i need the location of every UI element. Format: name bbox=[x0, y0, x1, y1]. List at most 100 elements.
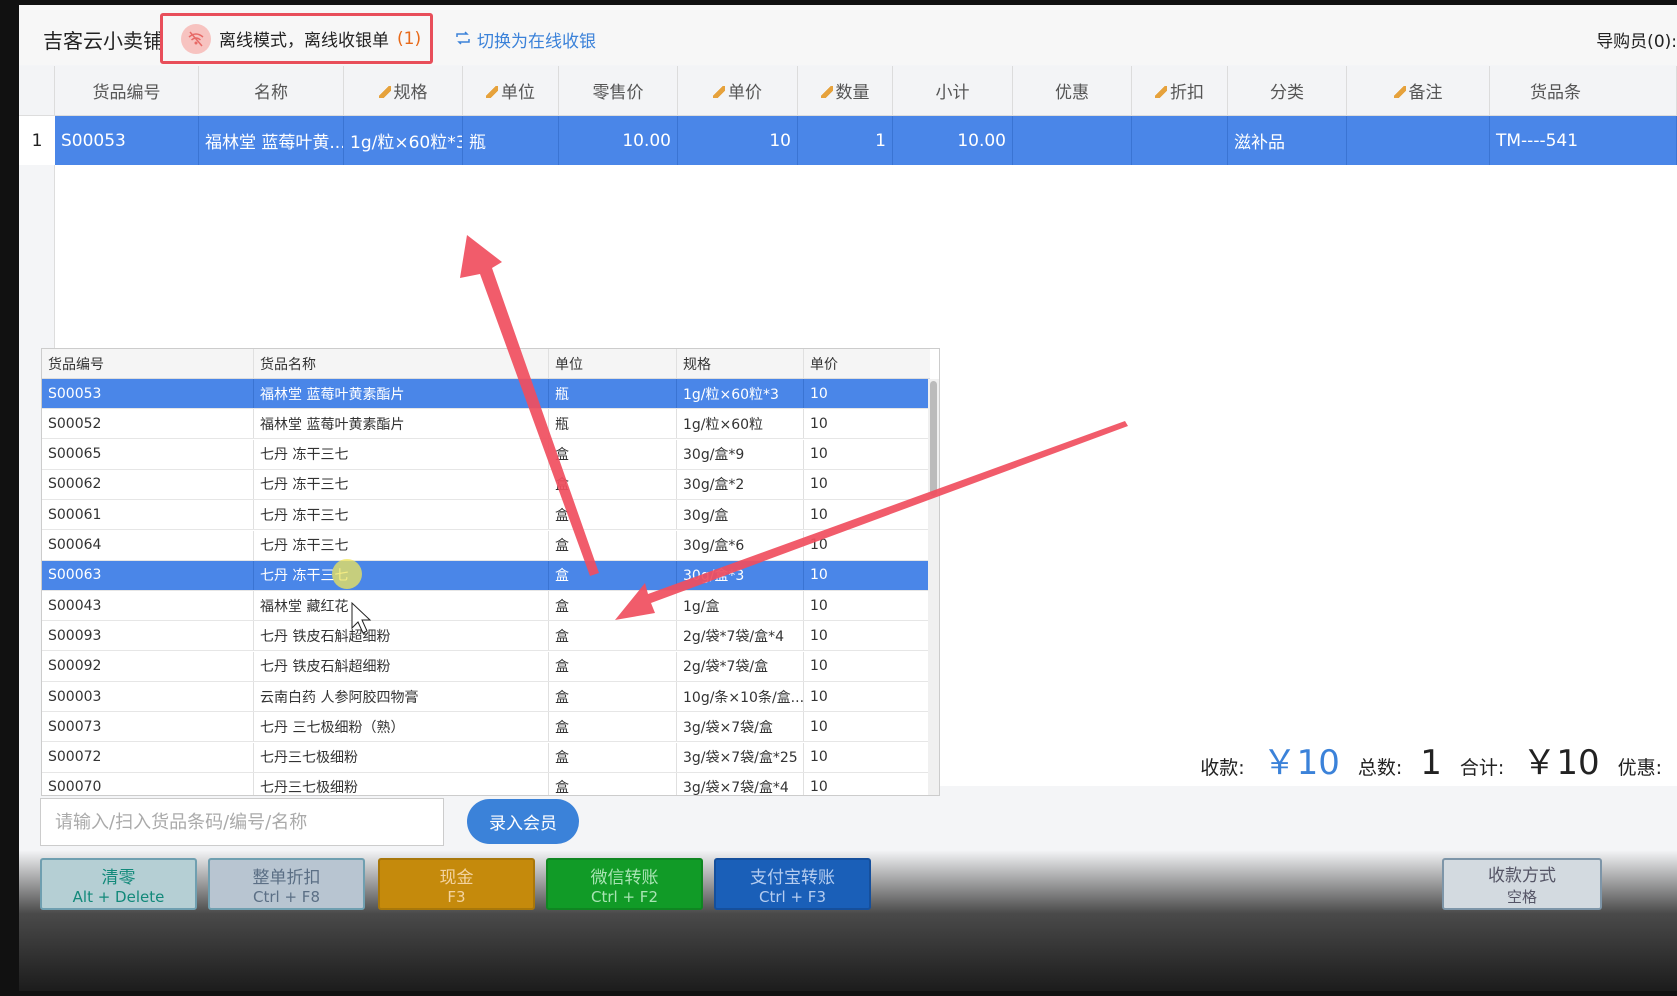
cell-subtotal: 10.00 bbox=[893, 116, 1013, 165]
clear-shortcut: Alt + Delete bbox=[72, 887, 165, 906]
dropdown-row[interactable]: S00061 七丹 冻干三七盒 30g/盒 10 bbox=[42, 500, 930, 531]
enter-member-button[interactable]: 录入会员 bbox=[467, 799, 579, 844]
cash-label: 现金 bbox=[439, 867, 474, 888]
clear-button[interactable]: 清零 Alt + Delete bbox=[40, 858, 197, 910]
cash-button[interactable]: 现金 F3 bbox=[378, 858, 535, 910]
dropdown-cell-unit: 盒 bbox=[549, 530, 677, 560]
cell-code: S00053 bbox=[55, 116, 199, 165]
dropdown-cell-name: 七丹三七极细粉 bbox=[254, 772, 549, 795]
dropdown-row[interactable]: S00064 七丹 冻干三七盒 30g/盒*6 10 bbox=[42, 530, 930, 561]
order-discount-button[interactable]: 整单折扣 Ctrl + F8 bbox=[208, 858, 365, 910]
order-row[interactable]: S00053 福林堂 蓝莓叶黄... 1g/粒×60粒*3 瓶 10.00 10… bbox=[55, 116, 1677, 165]
dropdown-cell-name: 七丹三七极细粉 bbox=[254, 742, 549, 772]
cell-unit[interactable]: 瓶 bbox=[463, 116, 559, 165]
dropdown-cell-code: S00043 bbox=[42, 591, 254, 621]
dropdown-cell-price: 10 bbox=[810, 537, 828, 553]
dd-col-price: 单价 bbox=[810, 356, 838, 373]
pencil-icon bbox=[486, 85, 498, 98]
dropdown-cell-code: S00064 bbox=[42, 530, 254, 560]
wifi-off-icon bbox=[181, 23, 211, 54]
dropdown-row[interactable]: S00053 福林堂 蓝莓叶黄素酯片瓶 1g/粒×60粒*3 10 bbox=[42, 379, 930, 409]
product-search-input[interactable] bbox=[40, 798, 444, 846]
dropdown-row[interactable]: S00043 福林堂 藏红花盒 1g/盒 10 bbox=[42, 591, 930, 622]
offline-mode-text: 离线模式，离线收银单 bbox=[219, 31, 389, 51]
offline-order-count: (1) bbox=[397, 28, 422, 49]
dropdown-cell-spec: 1g/粒×60粒*3 bbox=[677, 379, 804, 408]
wechat-shortcut: Ctrl + F2 bbox=[591, 887, 658, 906]
dropdown-cell-name: 福林堂 藏红花 bbox=[254, 591, 549, 621]
dd-col-name: 货品名称 bbox=[254, 349, 549, 378]
dropdown-cell-name: 七丹 铁皮石斛超细粉 bbox=[254, 651, 549, 681]
dropdown-row[interactable]: S00073 七丹 三七极细粉（熟）盒 3g/袋×7袋/盒 10 bbox=[42, 712, 930, 743]
col-rebate-label: 折扣 bbox=[1170, 83, 1204, 103]
dropdown-row[interactable]: S00003 云南白药 人参阿胶四物膏盒 10g/条×10条/盒... 10 bbox=[42, 682, 930, 712]
pencil-icon bbox=[1393, 85, 1406, 98]
dropdown-cell-spec: 30g/盒*9 bbox=[677, 439, 804, 469]
alipay-shortcut: Ctrl + F3 bbox=[759, 887, 826, 906]
dd-col-code: 货品编号 bbox=[42, 349, 254, 378]
row-number-header bbox=[19, 66, 55, 115]
cell-rebate[interactable] bbox=[1132, 116, 1228, 165]
dropdown-row[interactable]: S00093 七丹 铁皮石斛超细粉盒 2g/袋*7袋/盒*4 10 bbox=[42, 621, 930, 652]
pencil-icon bbox=[713, 85, 725, 98]
count-label: 总数: bbox=[1357, 757, 1403, 779]
sum-label: 合计: bbox=[1459, 757, 1505, 779]
dropdown-cell-spec: 30g/盒*6 bbox=[677, 530, 804, 560]
dropdown-cell-unit: 盒 bbox=[549, 621, 677, 651]
shop-name: 吉客云小卖铺 bbox=[43, 29, 163, 53]
sales-guide-label[interactable]: 导购员(0): bbox=[1596, 27, 1677, 52]
alipay-label: 支付宝转账 bbox=[750, 867, 835, 888]
col-code: 货品编号 bbox=[55, 66, 199, 115]
dropdown-scrollbar[interactable] bbox=[928, 379, 939, 795]
dropdown-cell-price: 10 bbox=[810, 658, 828, 675]
dropdown-cell-price: 10 bbox=[810, 597, 828, 614]
discount-label: 优惠: bbox=[1617, 757, 1662, 779]
dropdown-cell-code: S00003 bbox=[42, 682, 254, 711]
col-price: 单价 bbox=[678, 66, 798, 115]
cell-name: 福林堂 蓝莓叶黄... bbox=[199, 116, 344, 165]
dropdown-cell-unit: 盒 bbox=[549, 469, 677, 499]
pencil-icon bbox=[1155, 85, 1167, 98]
dropdown-row[interactable]: S00052 福林堂 蓝莓叶黄素酯片瓶 1g/粒×60粒 10 bbox=[42, 409, 930, 440]
cell-qty[interactable]: 1 bbox=[798, 116, 893, 165]
dropdown-cell-code: S00092 bbox=[42, 651, 254, 681]
dropdown-row[interactable]: S00063 七丹 冻干三七盒 30g/盒*3 10 bbox=[42, 560, 930, 591]
dropdown-cell-unit: 盒 bbox=[549, 591, 677, 621]
col-unit-label: 单位 bbox=[501, 83, 535, 103]
payment-method-button[interactable]: 收款方式 空格 bbox=[1442, 858, 1602, 910]
dropdown-cell-unit: 盒 bbox=[549, 500, 677, 530]
cell-spec[interactable]: 1g/粒×60粒*3 bbox=[344, 116, 463, 165]
scrollbar-thumb[interactable] bbox=[930, 381, 937, 496]
alipay-transfer-button[interactable]: 支付宝转账 Ctrl + F3 bbox=[714, 858, 871, 910]
dropdown-cell-unit: 瓶 bbox=[549, 409, 677, 439]
col-subtotal: 小计 bbox=[893, 66, 1013, 115]
totals-bar: 收款: ￥10 总数: 1 合计: ￥10 优惠: bbox=[1200, 735, 1662, 784]
dropdown-cell-price: 10 bbox=[810, 506, 828, 523]
cash-shortcut: F3 bbox=[447, 887, 466, 906]
dropdown-cell-spec: 3g/袋×7袋/盒*25 bbox=[677, 742, 804, 772]
dropdown-row[interactable]: S00092 七丹 铁皮石斛超细粉盒 2g/袋*7袋/盒 10 bbox=[42, 651, 930, 682]
switch-online-link[interactable]: 切换为在线收银 bbox=[455, 27, 596, 52]
dropdown-cell-name: 七丹 冻干三七 bbox=[254, 500, 549, 530]
dropdown-cell-price: 10 bbox=[810, 446, 828, 463]
dropdown-cell-price: 10 bbox=[810, 749, 828, 766]
dropdown-cell-spec: 10g/条×10条/盒... bbox=[677, 682, 804, 711]
dropdown-cell-price: 10 bbox=[810, 415, 828, 432]
discount-shortcut: Ctrl + F8 bbox=[253, 887, 320, 906]
dropdown-cell-price: 10 bbox=[810, 627, 828, 644]
col-rebate: 折扣 bbox=[1132, 66, 1228, 115]
cell-price[interactable]: 10 bbox=[678, 116, 798, 165]
cell-remark[interactable] bbox=[1347, 116, 1490, 165]
clear-label: 清零 bbox=[101, 867, 136, 888]
dropdown-row[interactable]: S00070 七丹三七极细粉盒 3g/袋×7袋/盒*4 10 bbox=[42, 772, 930, 795]
dropdown-row[interactable]: S00072 七丹三七极细粉盒 3g/袋×7袋/盒*25 10 bbox=[42, 742, 930, 773]
dropdown-row[interactable]: S00065 七丹 冻干三七盒 30g/盒*9 10 bbox=[42, 439, 930, 470]
pencil-icon bbox=[378, 85, 391, 98]
dropdown-cell-unit: 盒 bbox=[549, 772, 677, 795]
col-price-label: 单价 bbox=[728, 83, 762, 103]
dropdown-cell-unit: 瓶 bbox=[549, 379, 677, 408]
dropdown-cell-price: 10 bbox=[810, 385, 828, 402]
dropdown-row[interactable]: S00062 七丹 冻干三七盒 30g/盒*2 10 bbox=[42, 469, 930, 500]
wechat-transfer-button[interactable]: 微信转账 Ctrl + F2 bbox=[546, 858, 703, 910]
dropdown-cell-spec: 30g/盒 bbox=[677, 500, 804, 530]
